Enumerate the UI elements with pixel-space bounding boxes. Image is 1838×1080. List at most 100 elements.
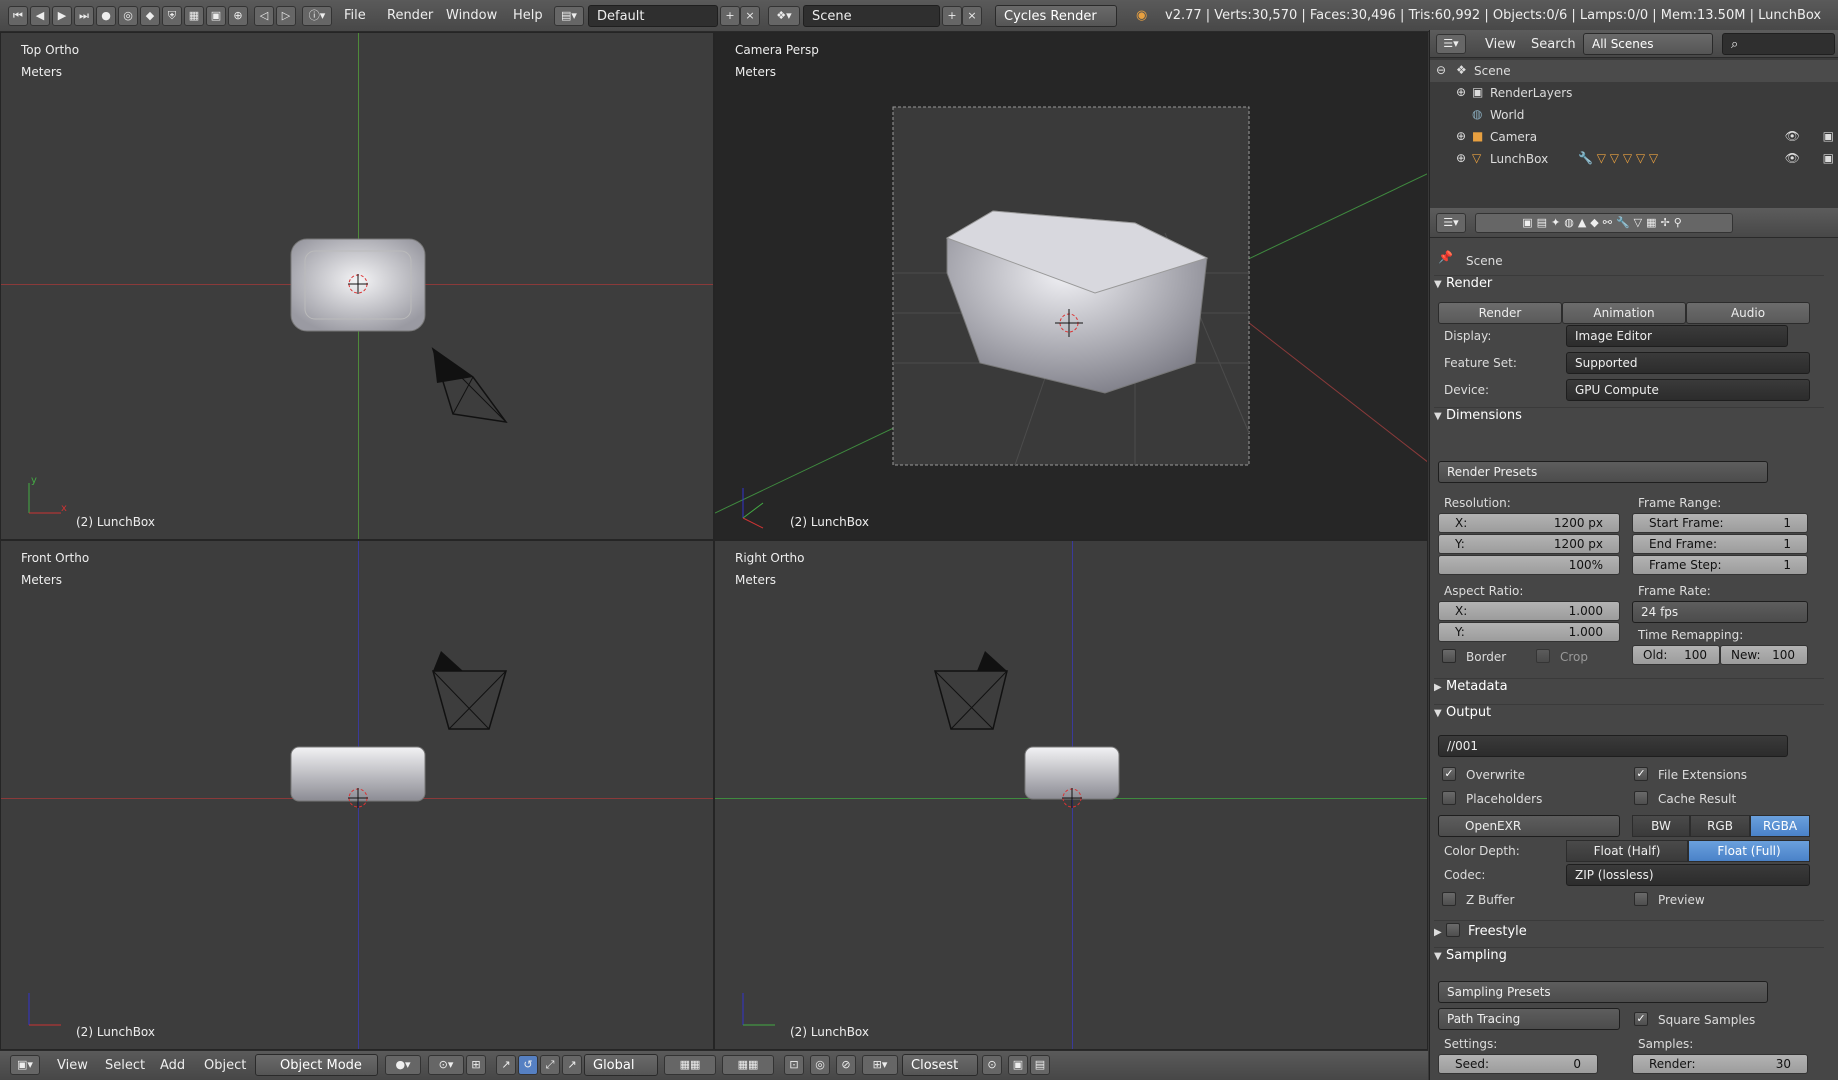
color-rgba-button[interactable]: RGBA (1750, 815, 1810, 837)
arrow-right-icon[interactable]: ▷ (276, 6, 296, 26)
aspect-x-field[interactable]: X: 1.000 (1438, 601, 1620, 621)
viewport-right-ortho[interactable]: Right Ortho Meters (2) LunchBox (714, 540, 1428, 1050)
shading-icon[interactable]: ●▾ (385, 1055, 421, 1075)
menu-file[interactable]: File (344, 8, 366, 23)
menu-object[interactable]: Object (204, 1058, 246, 1073)
float-half-button[interactable]: Float (Half) (1566, 840, 1688, 862)
integrator-dropdown[interactable]: Path Tracing (1438, 1008, 1620, 1030)
seed-field[interactable]: Seed: 0 (1438, 1054, 1598, 1074)
record-icon[interactable]: ● (96, 6, 116, 26)
resolution-x-field[interactable]: X: 1200 px (1438, 513, 1620, 533)
overwrite-checkbox[interactable]: ✓ (1442, 767, 1456, 781)
render-samples-field[interactable]: Render: 30 (1632, 1054, 1808, 1074)
menu-window[interactable]: Window (446, 8, 497, 23)
play-icon[interactable]: ▶ (52, 6, 72, 26)
translate-icon[interactable]: ↗ (496, 1055, 516, 1075)
lock-icon[interactable]: ⊡ (784, 1055, 804, 1075)
display-dropdown[interactable]: Image Editor (1566, 325, 1788, 347)
file-format-dropdown[interactable]: OpenEXR (1438, 815, 1620, 837)
screen-layout-field[interactable]: Default (588, 5, 718, 27)
frame-step-field[interactable]: Frame Step: 1 (1632, 555, 1808, 575)
feature-set-dropdown[interactable]: Supported (1566, 352, 1810, 374)
border-checkbox[interactable] (1442, 649, 1456, 663)
outliner-item-world[interactable]: ◍ World (1430, 104, 1838, 126)
crop-checkbox[interactable] (1536, 649, 1550, 663)
menu-view[interactable]: View (57, 1058, 88, 1073)
orientation-dropdown[interactable]: Global (584, 1054, 658, 1076)
shield-icon[interactable]: ⛨ (162, 6, 182, 26)
aspect-y-field[interactable]: Y: 1.000 (1438, 622, 1620, 642)
menu-render[interactable]: Render (387, 8, 433, 23)
color-rgb-button[interactable]: RGB (1690, 815, 1750, 837)
pivot-icon[interactable]: ⊙▾ (428, 1055, 464, 1075)
remap-old-field[interactable]: Old: 100 (1632, 645, 1720, 665)
arrow-left-icon[interactable]: ◁ (254, 6, 274, 26)
snap-target-dropdown[interactable]: Closest (902, 1054, 978, 1076)
panel-metadata-header[interactable]: ▶ Metadata (1434, 678, 1824, 702)
outliner-item-camera[interactable]: ⊕ ■ Camera 👁 ▣ (1430, 126, 1838, 148)
panel-freestyle-header[interactable]: ▶ Freestyle (1434, 920, 1824, 944)
checker-icon[interactable]: ▦ (184, 6, 204, 26)
snap-icon[interactable]: ⊘ (836, 1055, 856, 1075)
animation-button[interactable]: Animation (1562, 302, 1686, 324)
menu-select[interactable]: Select (105, 1058, 145, 1073)
snap-element-icon[interactable]: ⊞▾ (862, 1055, 898, 1075)
device-dropdown[interactable]: GPU Compute (1566, 379, 1810, 401)
remove-scene-icon[interactable]: × (962, 6, 982, 26)
sampling-presets-dropdown[interactable]: Sampling Presets (1438, 981, 1768, 1003)
color-bw-button[interactable]: BW (1632, 815, 1690, 837)
square-samples-checkbox[interactable]: ✓ (1634, 1012, 1648, 1026)
scale-icon[interactable]: ⤢ (540, 1055, 560, 1075)
render-button[interactable]: Render (1438, 302, 1562, 324)
plus-circle-icon[interactable]: ⊕ (228, 6, 248, 26)
jump-end-icon[interactable]: ⏭ (74, 6, 94, 26)
end-frame-field[interactable]: End Frame: 1 (1632, 534, 1808, 554)
scene-icon[interactable]: ❖▾ (768, 6, 800, 26)
layout-icon[interactable]: ▤▾ (554, 6, 584, 26)
info-editor-icon[interactable]: ⓘ▾ (302, 6, 332, 26)
add-scene-icon[interactable]: + (942, 6, 962, 26)
float-full-button[interactable]: Float (Full) (1688, 840, 1810, 862)
start-frame-field[interactable]: Start Frame: 1 (1632, 513, 1808, 533)
outliner-item-scene[interactable]: ⊖ ❖ Scene (1430, 60, 1838, 82)
outliner-item-lunchbox[interactable]: ⊕ ▽ LunchBox 🔧 ▽ ▽ ▽ ▽ ▽ 👁 ▣ (1430, 148, 1838, 170)
zbuffer-checkbox[interactable] (1442, 892, 1456, 906)
layers-icon[interactable]: ▦▦ (664, 1055, 716, 1075)
context-tabs-icons[interactable]: ▣▤✦◍▲◆⚯🔧▽▦✢⚲ (1475, 213, 1733, 233)
jump-start-icon[interactable]: ⏮ (8, 6, 28, 26)
menu-view[interactable]: View (1485, 37, 1516, 52)
codec-dropdown[interactable]: ZIP (lossless) (1566, 864, 1810, 886)
layers-icon-2[interactable]: ▦▦ (722, 1055, 774, 1075)
menu-search[interactable]: Search (1531, 37, 1576, 52)
editor-type-icon[interactable]: ▣▾ (10, 1055, 40, 1075)
resolution-percent-field[interactable]: 100% (1438, 555, 1620, 575)
mode-dropdown[interactable]: Object Mode (255, 1054, 378, 1076)
transform-icon[interactable]: ↗ (562, 1055, 582, 1075)
search-input[interactable]: ⌕ (1722, 33, 1835, 55)
display-mode-dropdown[interactable]: All Scenes (1583, 33, 1713, 55)
panel-dimensions-header[interactable]: ▼ Dimensions (1434, 407, 1824, 431)
viewport-camera-persp[interactable]: Camera Persp Meters (2) LunchBox (714, 32, 1428, 540)
render-still-icon[interactable]: ▣ (1008, 1055, 1028, 1075)
preview-checkbox[interactable] (1634, 892, 1648, 906)
render-engine-dropdown[interactable]: Cycles Render (995, 5, 1117, 27)
panel-output-header[interactable]: ▼ Output (1434, 704, 1824, 728)
grid-icon[interactable]: ▣ (206, 6, 226, 26)
prev-keyframe-icon[interactable]: ◀ (30, 6, 50, 26)
viewport-top-ortho[interactable]: Top Ortho Meters yx (2) LunchBox (0, 32, 714, 540)
proportional-icon[interactable]: ◎ (810, 1055, 830, 1075)
align-icon[interactable]: ⊙ (982, 1055, 1002, 1075)
menu-help[interactable]: Help (513, 8, 543, 23)
cache-result-checkbox[interactable] (1634, 791, 1648, 805)
output-path-field[interactable]: //001 (1438, 735, 1788, 757)
keyframe-icon[interactable]: ◆ (140, 6, 160, 26)
add-layout-icon[interactable]: + (720, 6, 740, 26)
frame-rate-dropdown[interactable]: 24 fps (1632, 601, 1808, 623)
render-presets-dropdown[interactable]: Render Presets (1438, 461, 1768, 483)
render-anim-icon[interactable]: ▤ (1030, 1055, 1050, 1075)
menu-add[interactable]: Add (160, 1058, 185, 1073)
viewport-front-ortho[interactable]: Front Ortho Meters (2) LunchBox (0, 540, 714, 1050)
panel-render-header[interactable]: ▼ Render (1434, 275, 1824, 299)
rotate-icon[interactable]: ↺ (518, 1055, 538, 1075)
outliner-item-renderlayers[interactable]: ⊕ ▣ RenderLayers (1430, 82, 1838, 104)
